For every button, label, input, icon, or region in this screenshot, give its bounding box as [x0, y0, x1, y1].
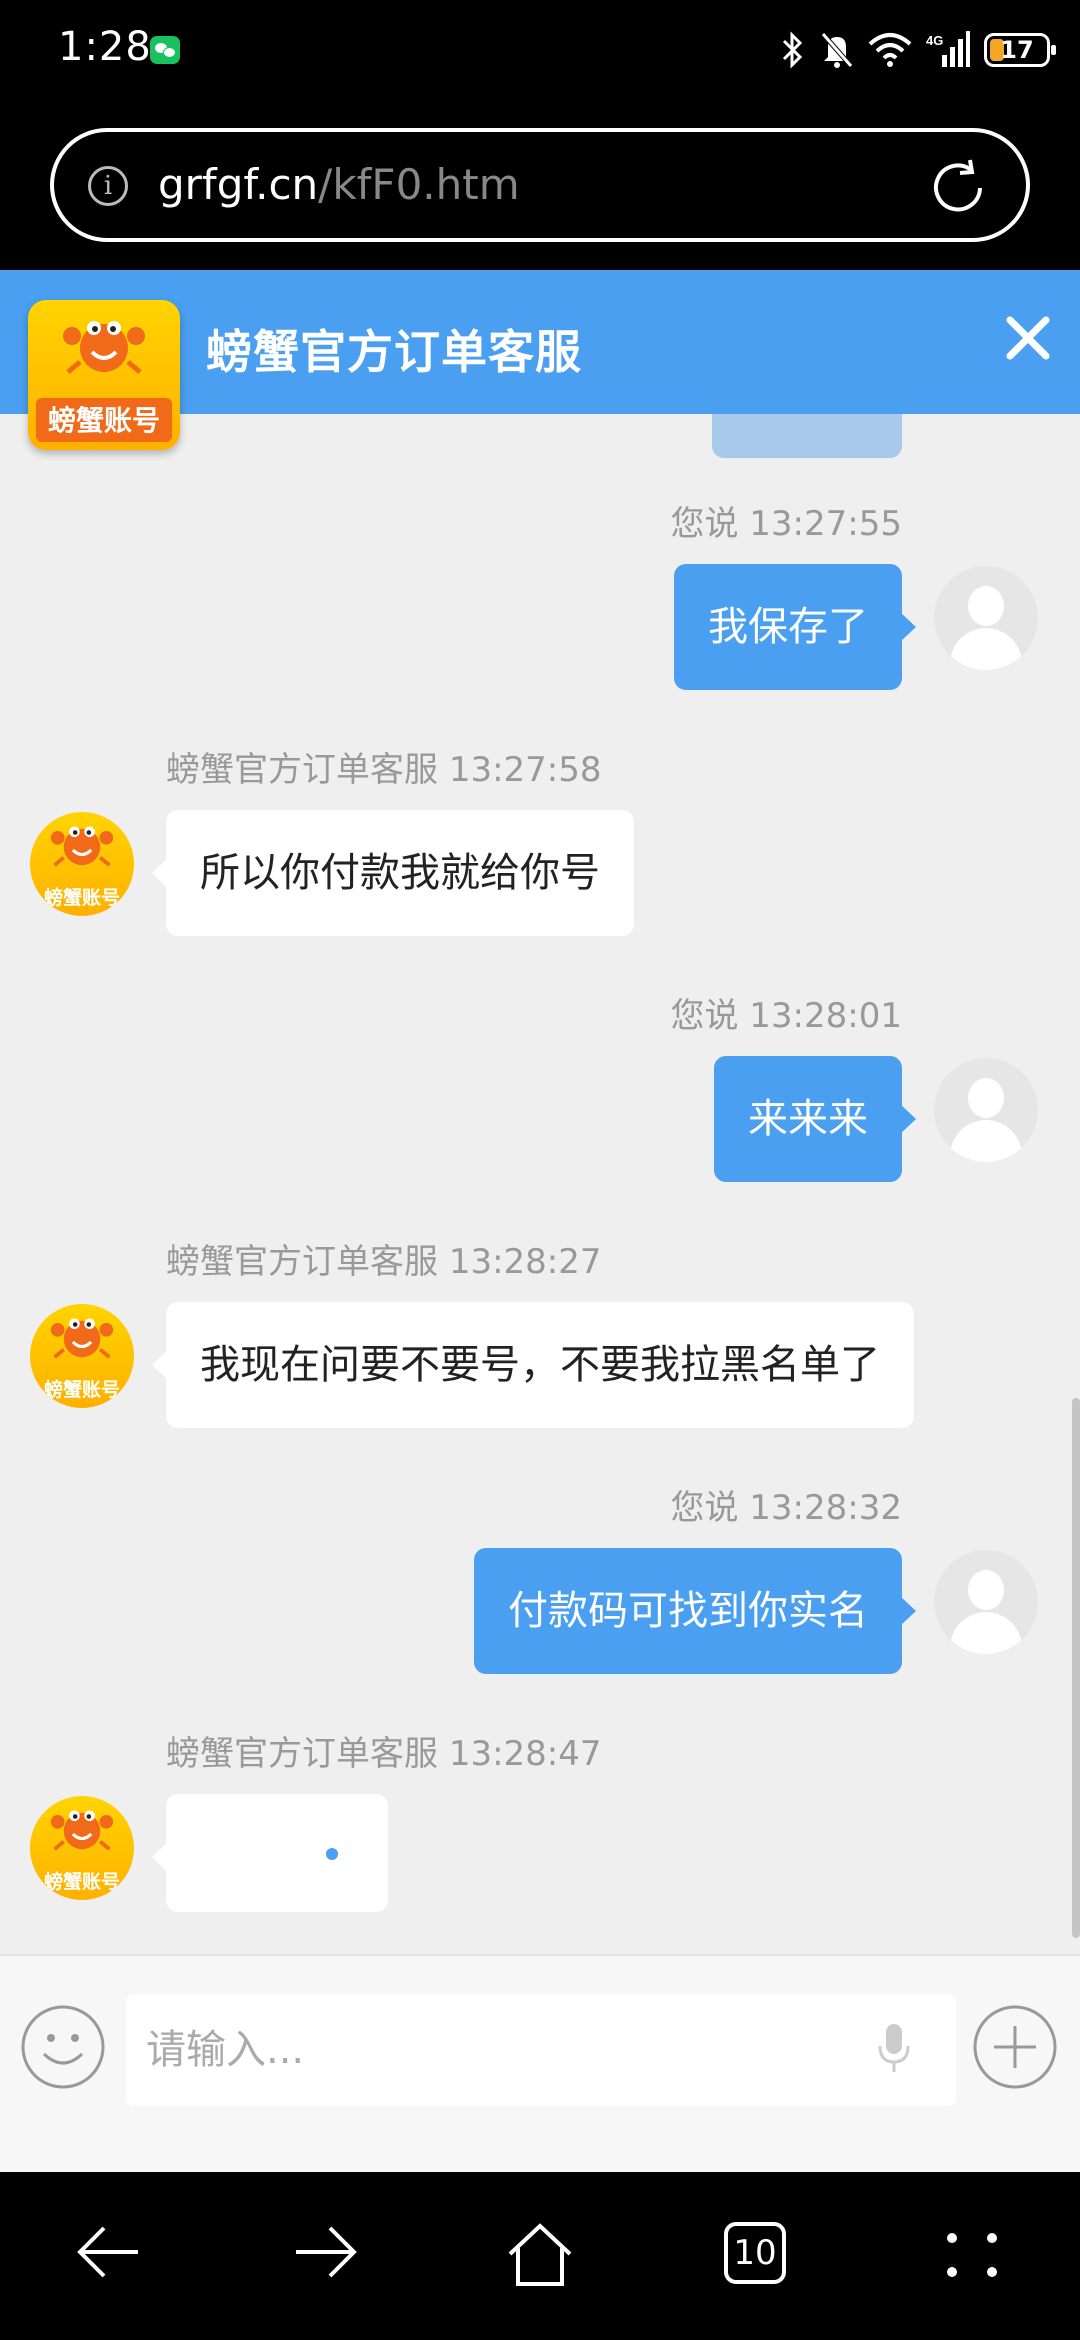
reload-icon[interactable]: [926, 156, 990, 220]
message-bubble-incoming[interactable]: 所以你付款我就给你号: [152, 810, 634, 936]
close-icon[interactable]: [1000, 310, 1056, 366]
browser-nav-bar: 10: [0, 2172, 1080, 2340]
agent-avatar: 螃蟹账号: [30, 1304, 134, 1408]
message-bubble-incoming[interactable]: 我现在问要不要号，不要我拉黑名单了: [152, 1302, 914, 1428]
plus-icon[interactable]: [972, 2004, 1058, 2090]
browser-toolbar: i grfgf.cn/kfF0.htm: [0, 110, 1080, 270]
status-bar: 1:28 4G 17: [0, 0, 1080, 110]
status-time: 1:28: [58, 24, 152, 70]
home-icon[interactable]: [506, 2222, 574, 2288]
message-meta: 螃蟹官方订单客服 13:27:58: [166, 750, 602, 790]
message-bubble-outgoing[interactable]: 我保存了: [674, 564, 916, 690]
menu-dots-icon[interactable]: [944, 2230, 1000, 2280]
url-text[interactable]: grfgf.cn/kfF0.htm: [158, 160, 520, 209]
forward-arrow-icon[interactable]: [290, 2222, 360, 2282]
svg-text:螃蟹账号: 螃蟹账号: [44, 1378, 120, 1401]
battery-level: 17: [1000, 36, 1034, 64]
tabs-button[interactable]: 10: [724, 2222, 786, 2284]
typing-indicator: [326, 1848, 338, 1860]
message-input-bar: [0, 1954, 1080, 2172]
chat-messages[interactable]: 您说 13:27:55 我保存了 螃蟹官方订单客服 13:27:58 螃蟹账号 …: [0, 414, 1080, 1954]
scrollbar[interactable]: [1072, 1398, 1080, 1938]
url-domain: grfgf.cn: [158, 160, 319, 209]
mic-icon[interactable]: [876, 2022, 912, 2074]
svg-text:4G: 4G: [926, 33, 943, 48]
agent-avatar: 螃蟹账号: [30, 1796, 134, 1900]
wifi-icon: [868, 33, 912, 67]
user-avatar: [934, 566, 1038, 670]
message-meta: 螃蟹官方订单客服 13:28:47: [166, 1734, 602, 1774]
message-meta: 螃蟹官方订单客服 13:28:27: [166, 1242, 602, 1282]
status-icons: 4G 17: [780, 28, 1056, 72]
battery-indicator: 17: [984, 33, 1056, 67]
service-logo: 螃蟹账号: [28, 300, 180, 450]
user-avatar: [934, 1550, 1038, 1654]
chat-title: 螃蟹官方订单客服: [206, 325, 582, 379]
address-bar[interactable]: i grfgf.cn/kfF0.htm: [50, 128, 1030, 242]
svg-text:螃蟹账号: 螃蟹账号: [44, 1870, 120, 1893]
chat-header: 螃蟹账号 螃蟹官方订单客服: [0, 270, 1080, 450]
message-meta: 您说 13:28:32: [670, 1488, 902, 1528]
message-meta: 您说 13:28:01: [670, 996, 902, 1036]
message-meta: 您说 13:27:55: [670, 504, 902, 544]
message-bubble-partial: [712, 414, 902, 458]
user-avatar: [934, 1058, 1038, 1162]
svg-text:螃蟹账号: 螃蟹账号: [48, 404, 160, 437]
signal-icon: 4G: [926, 31, 970, 67]
info-icon[interactable]: i: [88, 166, 128, 206]
bluetooth-icon: [782, 31, 803, 69]
message-bubble-outgoing[interactable]: 付款码可找到你实名: [474, 1548, 916, 1674]
svg-text:螃蟹账号: 螃蟹账号: [44, 886, 120, 909]
message-bubble-typing: [152, 1794, 388, 1912]
bell-off-icon: [821, 32, 853, 68]
back-arrow-icon[interactable]: [74, 2222, 144, 2282]
agent-avatar: 螃蟹账号: [30, 812, 134, 916]
wechat-icon: [150, 36, 180, 64]
emoji-icon[interactable]: [20, 2004, 106, 2090]
message-bubble-outgoing[interactable]: 来来来: [714, 1056, 916, 1182]
message-input[interactable]: [126, 1994, 956, 2106]
url-path: /kfF0.htm: [318, 160, 520, 209]
